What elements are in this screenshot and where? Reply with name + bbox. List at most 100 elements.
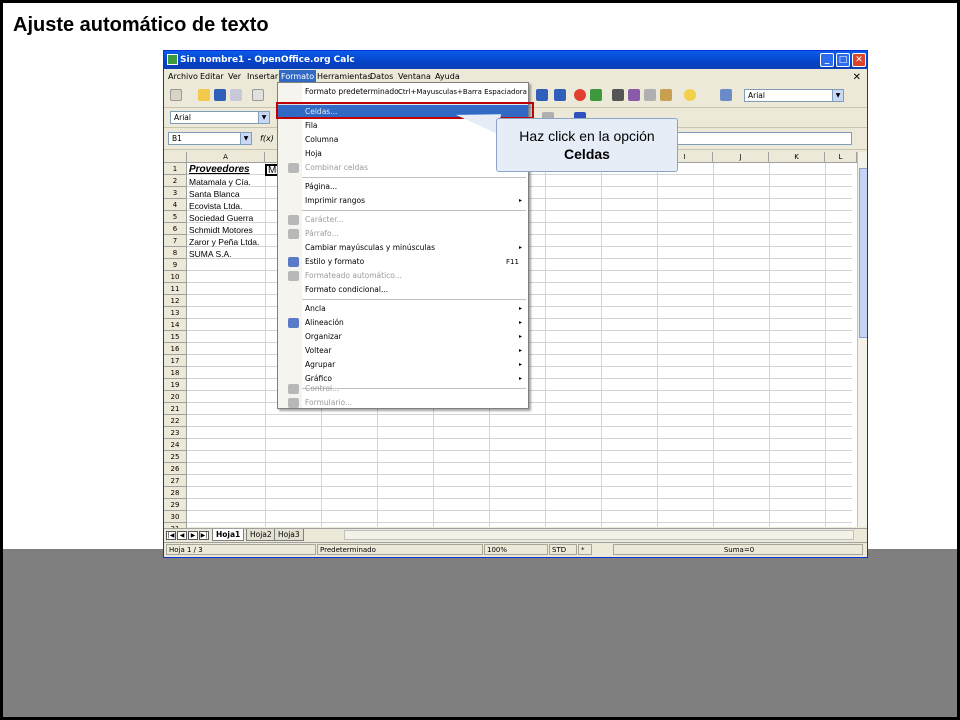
name-box[interactable]: B1 ▼ <box>168 132 252 145</box>
row-header[interactable]: 18 <box>164 367 187 379</box>
sheet-tab-hoja2[interactable]: Hoja2 <box>246 529 276 541</box>
row-header[interactable]: 27 <box>164 475 187 487</box>
minimize-button[interactable]: _ <box>820 53 834 67</box>
find-icon[interactable] <box>612 89 624 101</box>
row-header[interactable]: 25 <box>164 451 187 463</box>
function-wizard-icon[interactable]: f(x) <box>260 134 274 143</box>
menu-ver[interactable]: Ver <box>226 70 243 83</box>
menu-default-format[interactable]: Formato predeterminado Ctrl+Mayusculas+B… <box>278 85 528 99</box>
cell-a6[interactable]: Schmidt Motores <box>189 224 253 236</box>
help-icon[interactable] <box>684 89 696 101</box>
row-header[interactable]: 17 <box>164 355 187 367</box>
horizontal-scrollbar[interactable] <box>344 530 854 540</box>
datasource-icon[interactable] <box>660 89 672 101</box>
select-all-corner[interactable] <box>164 152 187 163</box>
row-header[interactable]: 11 <box>164 283 187 295</box>
cell-a3[interactable]: Santa Blanca <box>189 188 240 200</box>
menu-change-case[interactable]: Cambiar mayúsculas y minúsculas ▸ <box>278 241 528 255</box>
menu-page[interactable]: Página... <box>278 180 528 194</box>
cell-a2[interactable]: Matamala y Cía. <box>189 176 251 188</box>
font-name-combo-2[interactable]: Arial ▼ <box>744 89 844 102</box>
cell-a7[interactable]: Zaror y Peña Ltda. <box>189 236 259 248</box>
open-icon[interactable] <box>198 89 210 101</box>
document-close-icon[interactable]: ✕ <box>853 70 861 85</box>
last-sheet-button[interactable]: ▶| <box>199 531 209 540</box>
chevron-down-icon[interactable]: ▼ <box>258 112 269 123</box>
row-header[interactable]: 20 <box>164 391 187 403</box>
row-header[interactable]: 19 <box>164 379 187 391</box>
col-header[interactable]: L <box>825 152 857 163</box>
menu-editar[interactable]: Editar <box>198 70 226 83</box>
vertical-scrollbar[interactable] <box>857 152 867 527</box>
cell-a1[interactable]: Proveedores <box>189 164 250 176</box>
sheet-tab-hoja1[interactable]: Hoja1 <box>212 529 245 541</box>
menu-merge-cells[interactable]: Combinar celdas <box>278 161 528 175</box>
row-header[interactable]: 13 <box>164 307 187 319</box>
row-header[interactable]: 24 <box>164 439 187 451</box>
maximize-button[interactable]: □ <box>836 53 850 67</box>
navigator-icon[interactable] <box>628 89 640 101</box>
row-header[interactable]: 28 <box>164 487 187 499</box>
sort-icon[interactable] <box>536 89 548 101</box>
cell-a8[interactable]: SUMA S.A. <box>189 248 232 260</box>
row-header[interactable]: 14 <box>164 319 187 331</box>
menu-autoformat[interactable]: Formateado automático... <box>278 269 528 283</box>
font-name-combo[interactable]: Arial ▼ <box>170 111 270 124</box>
row-header[interactable]: 22 <box>164 415 187 427</box>
status-zoom[interactable]: 100% <box>484 544 548 555</box>
row-header[interactable]: 4 <box>164 199 187 211</box>
new-icon[interactable] <box>170 89 182 101</box>
next-sheet-button[interactable]: ▶ <box>188 531 198 540</box>
sort-desc-icon[interactable] <box>554 89 566 101</box>
menu-group[interactable]: Agrupar ▸ <box>278 358 528 372</box>
first-sheet-button[interactable]: |◀ <box>166 531 176 540</box>
row-header[interactable]: 10 <box>164 271 187 283</box>
chart-icon[interactable] <box>574 89 586 101</box>
row-header[interactable]: 9 <box>164 259 187 271</box>
col-header[interactable]: J <box>713 152 769 163</box>
row-header[interactable]: 2 <box>164 175 187 187</box>
row-header[interactable]: 6 <box>164 223 187 235</box>
styles-icon[interactable] <box>720 89 732 101</box>
status-mode[interactable]: STD <box>549 544 577 555</box>
menu-form[interactable]: Formulario... <box>278 396 528 410</box>
menu-archivo[interactable]: Archivo <box>166 70 200 83</box>
menu-column[interactable]: Columna <box>278 133 528 147</box>
row-header[interactable]: 8 <box>164 247 187 259</box>
menu-insertar[interactable]: Insertar <box>245 70 280 83</box>
edit-icon[interactable] <box>252 89 264 101</box>
col-header[interactable]: A <box>187 152 265 163</box>
close-button[interactable]: ✕ <box>852 53 866 67</box>
menu-arrange[interactable]: Organizar ▸ <box>278 330 528 344</box>
prev-sheet-button[interactable]: ◀ <box>177 531 187 540</box>
row-header[interactable]: 21 <box>164 403 187 415</box>
menu-paragraph[interactable]: Párrafo... <box>278 227 528 241</box>
menu-alignment[interactable]: Alineación ▸ <box>278 316 528 330</box>
email-icon[interactable] <box>230 89 242 101</box>
menu-conditional-format[interactable]: Formato condicional... <box>278 283 528 297</box>
chevron-down-icon[interactable]: ▼ <box>240 133 251 144</box>
row-header[interactable]: 12 <box>164 295 187 307</box>
gallery-icon[interactable] <box>644 89 656 101</box>
menu-anchor[interactable]: Ancla ▸ <box>278 302 528 316</box>
row-header[interactable]: 30 <box>164 511 187 523</box>
check-icon[interactable] <box>590 89 602 101</box>
col-header[interactable]: K <box>769 152 825 163</box>
menu-sheet[interactable]: Hoja <box>278 147 528 161</box>
menu-styles[interactable]: Estilo y formato F11 <box>278 255 528 269</box>
menu-control[interactable]: Control... <box>278 382 528 396</box>
row-header[interactable]: 15 <box>164 331 187 343</box>
menu-character[interactable]: Carácter... <box>278 213 528 227</box>
sheet-tab-hoja3[interactable]: Hoja3 <box>274 529 304 541</box>
cell-a5[interactable]: Sociedad Guerra <box>189 212 253 224</box>
save-icon[interactable] <box>214 89 226 101</box>
scrollbar-thumb[interactable] <box>859 168 867 338</box>
menu-print-ranges[interactable]: Imprimir rangos ▸ <box>278 194 528 208</box>
chevron-down-icon[interactable]: ▼ <box>832 90 843 101</box>
row-header[interactable]: 16 <box>164 343 187 355</box>
row-header[interactable]: 7 <box>164 235 187 247</box>
menu-flip[interactable]: Voltear ▸ <box>278 344 528 358</box>
row-header[interactable]: 5 <box>164 211 187 223</box>
row-header[interactable]: 29 <box>164 499 187 511</box>
cell-a4[interactable]: Ecovista Ltda. <box>189 200 242 212</box>
